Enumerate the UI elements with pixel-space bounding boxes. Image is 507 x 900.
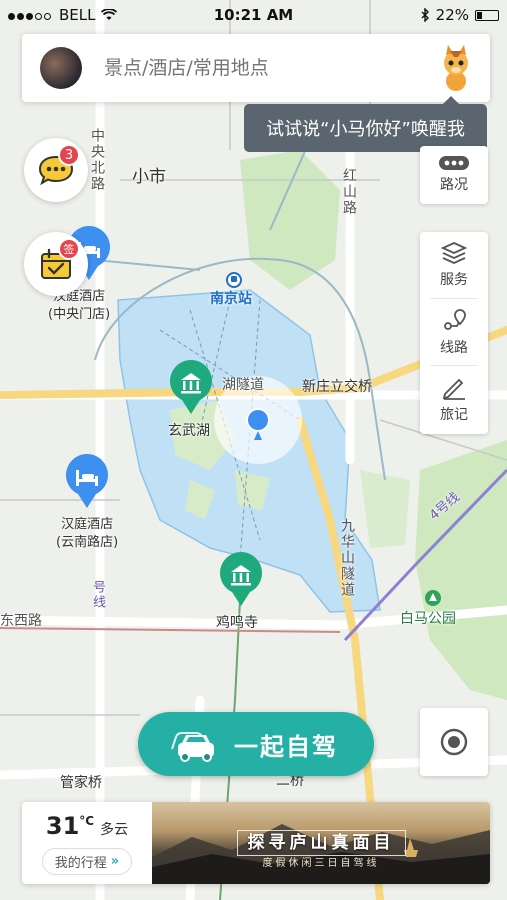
- hotel-pin-yunnan-road[interactable]: [64, 454, 110, 510]
- search-bar[interactable]: [22, 34, 490, 102]
- traffic-button[interactable]: 路况: [420, 146, 488, 204]
- pony-mascot-icon[interactable]: [436, 43, 476, 93]
- label-jiuhuashan-tunnel: 九华山隧道: [339, 518, 355, 598]
- banner-subtitle: 度假休闲三日自驾线: [262, 858, 380, 869]
- battery-percent: 22%: [435, 6, 469, 24]
- travel-notes-button[interactable]: 旅记: [420, 366, 488, 432]
- drive-together-label: 一起自驾: [234, 732, 338, 761]
- checkin-badge: 签: [58, 238, 80, 260]
- label-xuanwu-lake[interactable]: 玄武湖: [168, 422, 210, 440]
- bluetooth-icon: [421, 8, 429, 22]
- route-label: 线路: [440, 340, 468, 356]
- bottom-card: 31°C 多云 我的行程 » 探寻庐山真面目 度假休闲三日自驾线: [22, 802, 490, 884]
- wifi-icon: [101, 9, 118, 20]
- route-icon: [444, 309, 466, 330]
- service-button[interactable]: 服务: [420, 232, 488, 298]
- label-nanjing-station[interactable]: 南京站: [210, 290, 252, 308]
- label-district: 小市: [132, 167, 166, 187]
- label-road-west: 东西路: [0, 613, 42, 629]
- travel-notes-label: 旅记: [440, 407, 468, 423]
- layers-icon: [441, 242, 467, 264]
- label-tunnel: 湖隧道: [222, 377, 264, 393]
- weather-condition: 多云: [100, 821, 129, 838]
- signal-strength-icon: [8, 6, 53, 24]
- battery-icon: [475, 9, 499, 21]
- drive-together-button[interactable]: 一起自驾: [138, 712, 374, 776]
- double-chevron-right-icon: »: [110, 853, 120, 869]
- my-location-dot: [246, 408, 270, 432]
- weather-widget: 31°C 多云 我的行程 »: [22, 802, 152, 884]
- tools-panel: 服务 线路 旅记: [420, 232, 488, 434]
- label-jiming-temple[interactable]: 鸡鸣寺: [216, 614, 258, 632]
- status-bar: BELL 10:21 AM 22%: [0, 0, 507, 30]
- poi-pin-xuanwu-lake[interactable]: [168, 360, 214, 416]
- label-guanjiaqiao: 管家桥: [60, 775, 102, 791]
- message-count-badge: 3: [58, 144, 80, 166]
- label-baima-park[interactable]: 白马公园: [400, 610, 456, 628]
- park-icon: [425, 590, 441, 606]
- label-road-hongshan: 红山路: [341, 168, 357, 216]
- avatar[interactable]: [40, 47, 82, 89]
- messages-button[interactable]: 3: [24, 138, 88, 202]
- banner-title: 探寻庐山真面目: [152, 828, 490, 856]
- carrier-name: BELL: [59, 6, 96, 24]
- temperature: 31°C: [45, 811, 95, 840]
- label-hotel-yunnan-road[interactable]: 汉庭酒店 (云南路店): [56, 516, 118, 552]
- poi-pin-jiming-temple[interactable]: [218, 552, 264, 608]
- my-trip-label: 我的行程: [54, 855, 107, 871]
- search-input[interactable]: [104, 57, 436, 79]
- traffic-icon: [439, 156, 469, 170]
- traffic-label: 路况: [440, 177, 468, 193]
- target-icon: [440, 728, 468, 756]
- my-trip-button[interactable]: 我的行程 »: [41, 847, 133, 875]
- route-button[interactable]: 线路: [420, 299, 488, 365]
- promo-banner[interactable]: 探寻庐山真面目 度假休闲三日自驾线: [152, 802, 490, 884]
- label-xinzhuang-interchange: 新庄立交桥: [302, 379, 372, 395]
- label-metro-line: 号线: [90, 580, 105, 610]
- service-label: 服务: [440, 272, 468, 288]
- car-icon: [171, 732, 214, 762]
- voice-hint-tooltip[interactable]: 试试说“小马你好”唤醒我: [244, 96, 487, 152]
- pen-icon: [442, 378, 465, 400]
- locate-me-button[interactable]: [420, 708, 488, 776]
- checkin-button[interactable]: 签: [24, 232, 88, 296]
- train-station-icon[interactable]: [226, 272, 242, 288]
- label-road-zhongyang-north: 中央北路: [89, 128, 105, 192]
